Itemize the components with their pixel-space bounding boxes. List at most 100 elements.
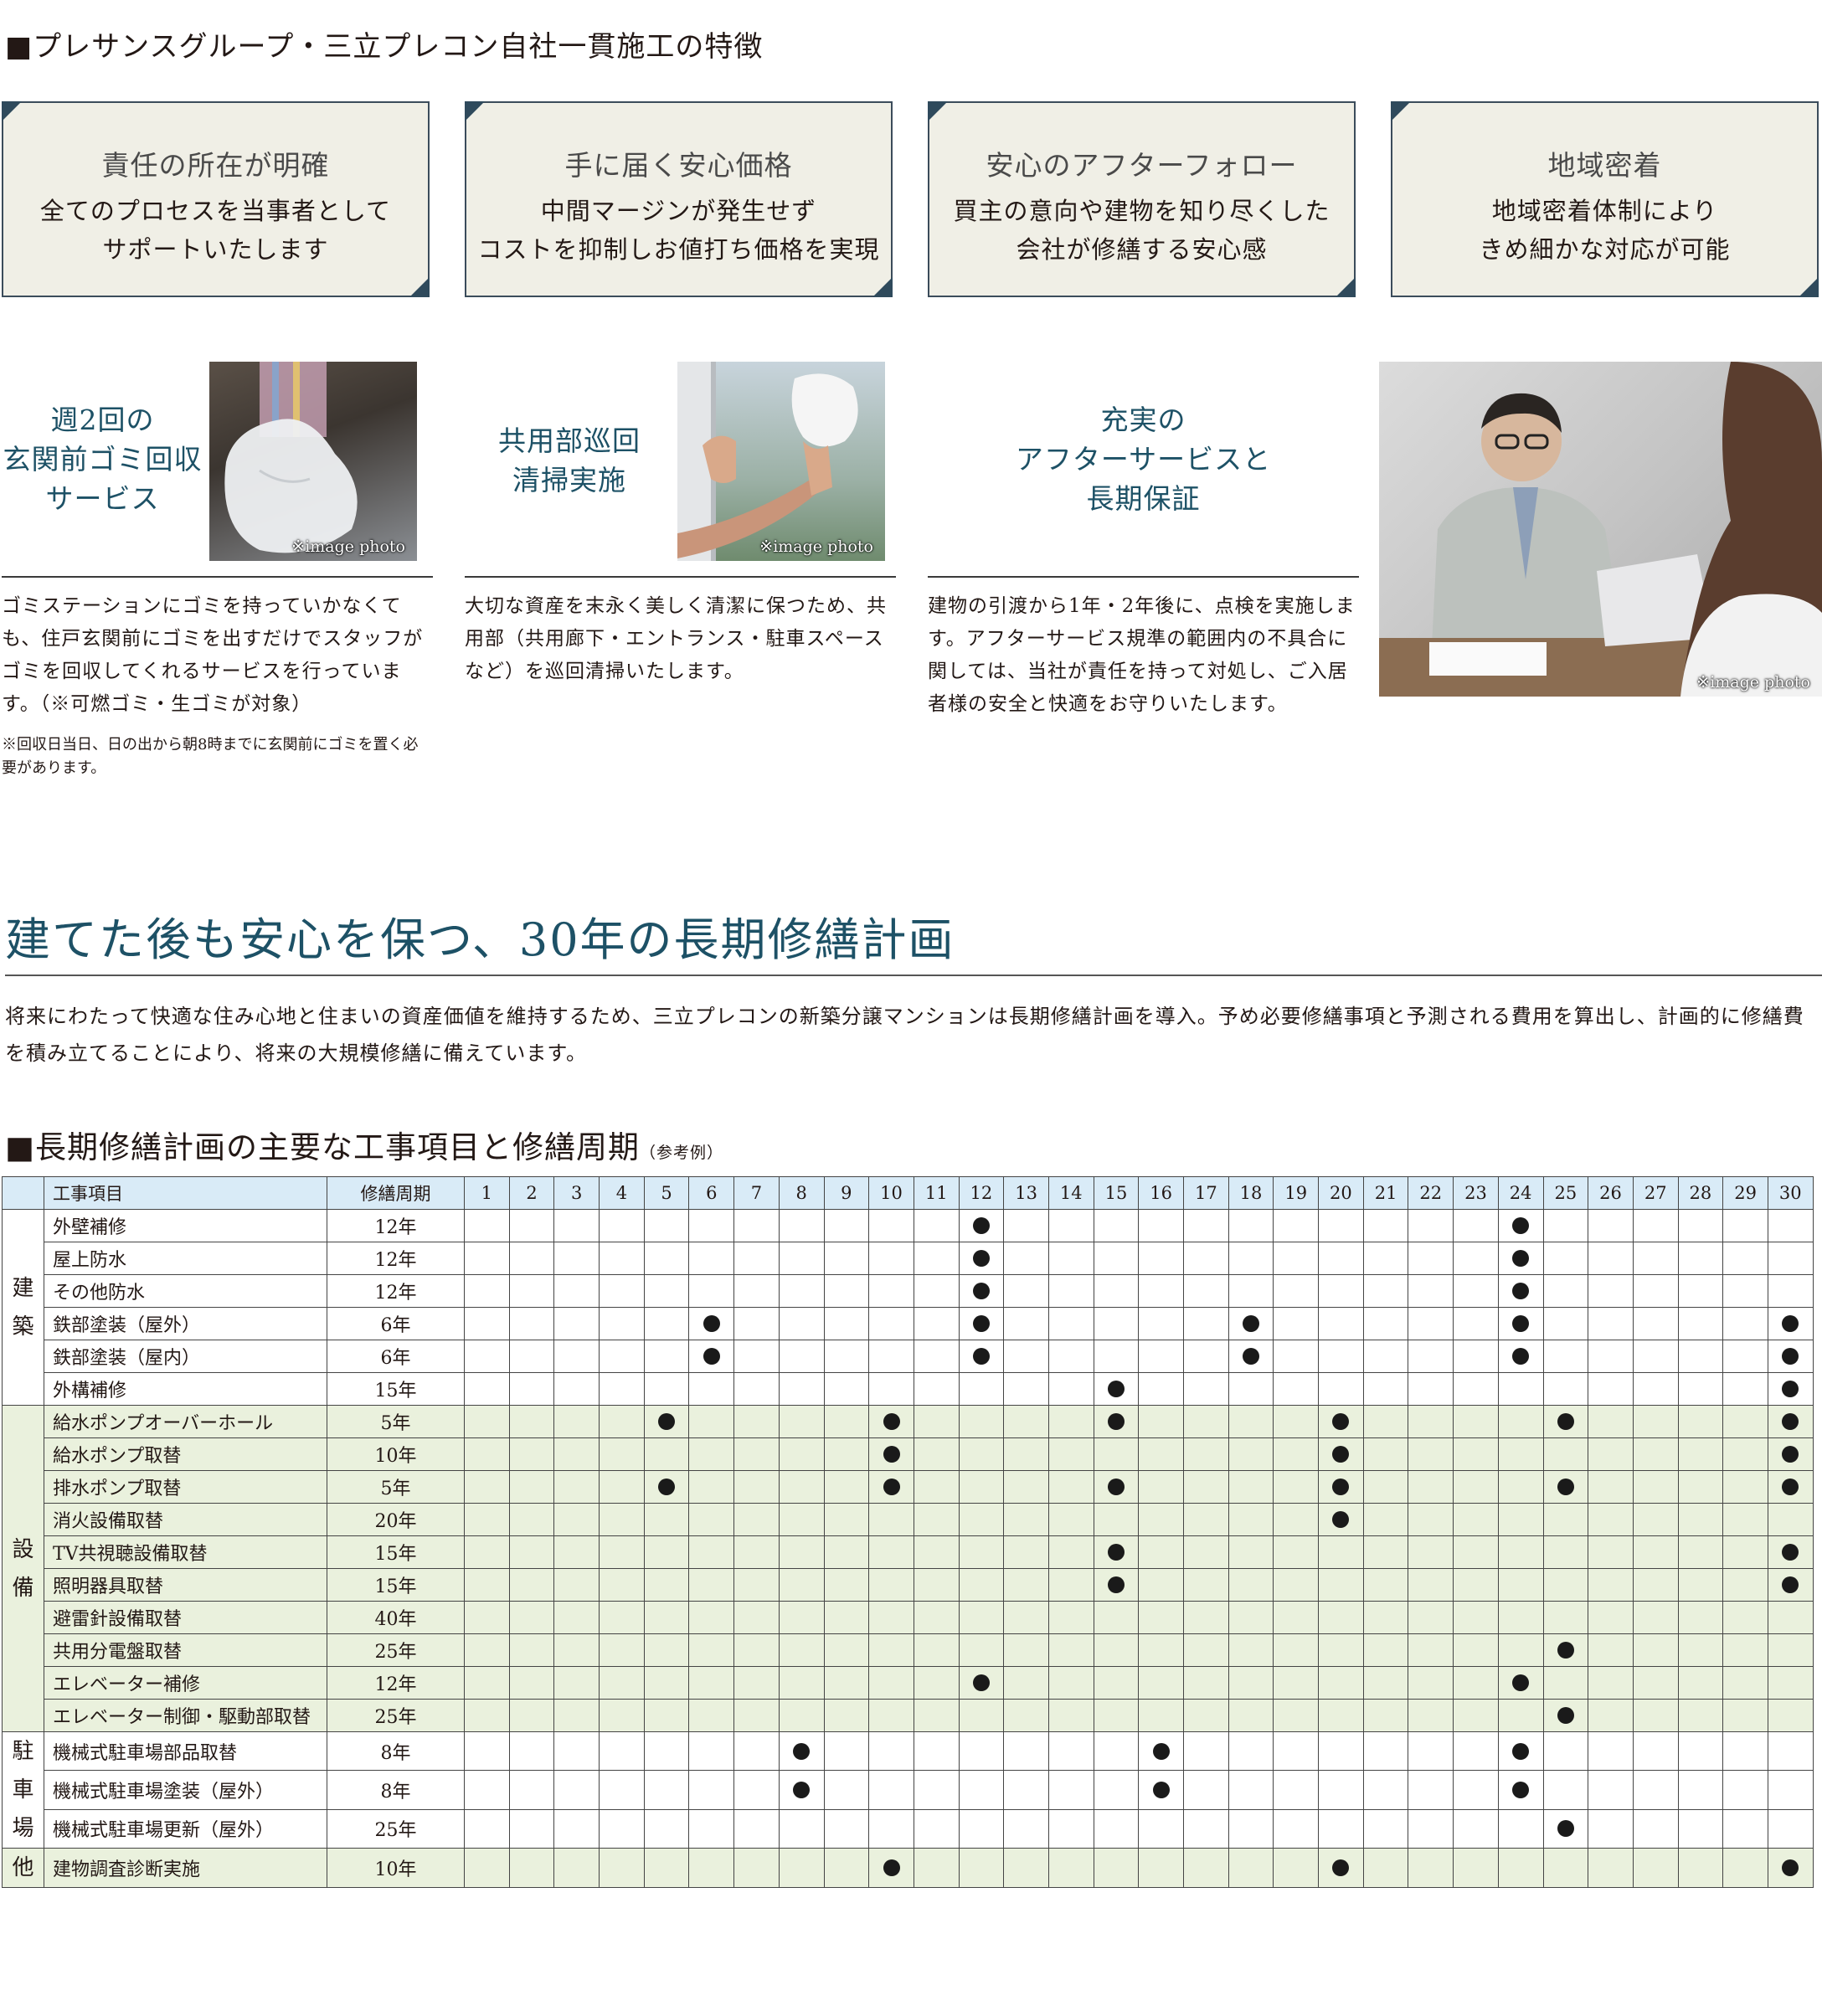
work-item: 屋上防水 [44,1242,327,1275]
work-item: その他防水 [44,1274,327,1308]
category-label: 設備 [2,1405,44,1732]
year-cell [464,1731,510,1772]
year-cell [1497,1699,1544,1732]
year-cell [599,1666,645,1700]
year-cell [1047,1405,1094,1438]
year-cell [1542,1808,1589,1849]
table-row: その他防水 12年 [3,1274,1814,1308]
year-cell [688,1470,735,1504]
year-cell [1722,1666,1768,1700]
scheduled-marker [1557,1820,1574,1838]
year-cell [1408,1372,1454,1406]
year-cell [1542,1274,1589,1308]
year-cell [688,1808,735,1849]
year-cell [1093,1242,1140,1275]
year-cell [1003,1372,1049,1406]
year-cell [643,1242,690,1275]
year-cell [823,1274,870,1308]
year-cell [1722,1274,1768,1308]
work-item: 機械式駐車場更新（屋外） [44,1808,327,1849]
year-cell [688,1770,735,1810]
year-cell [823,1770,870,1810]
scheduled-marker [1332,1859,1350,1876]
year-header: 25 [1542,1176,1589,1210]
repair-cycle: 12年 [327,1666,465,1700]
year-cell [643,1568,690,1602]
repair-cycle: 5年 [327,1405,465,1438]
year-cell [1318,1503,1364,1536]
year-cell [1273,1633,1320,1667]
work-item: 共用分電盤取替 [44,1633,327,1667]
year-cell [823,1307,870,1340]
year-cell [1497,1666,1544,1700]
year-cell [643,1808,690,1849]
year-cell [1362,1601,1409,1634]
year-cell [688,1437,735,1471]
year-cell [1767,1601,1814,1634]
year-cell [1228,1503,1274,1536]
year-cell [1138,1242,1184,1275]
year-cell [1453,1340,1499,1373]
table-row: 外構補修 15年 [3,1372,1814,1406]
year-cell [733,1340,780,1373]
category-char: 他 [12,1855,34,1880]
year-cell [1497,1848,1544,1888]
year-cell [1273,1340,1320,1373]
table-body: 建築外壁補修 12年 屋上防水 12年 その他防水 12年 鉄部塗装（屋外） 6年 鉄部塗装（屋… [2,1209,1814,1888]
year-cell [1093,1340,1140,1373]
year-cell [913,1808,960,1849]
consultation-illustration [1379,362,1822,697]
year-cell [1003,1470,1049,1504]
year-cell [1093,1731,1140,1772]
year-cell [868,1848,914,1888]
year-cell [643,1535,690,1569]
year-cell [553,1848,600,1888]
year-cell [1722,1437,1768,1471]
year-cell [1183,1770,1229,1810]
year-cell [913,1372,960,1406]
year-cell [1228,1633,1274,1667]
scheduled-marker [972,1283,990,1299]
year-cell [599,1372,645,1406]
work-item: エレベーター制御・駆動部取替 [44,1699,327,1732]
year-cell [823,1405,870,1438]
table-row: 機械式駐車場更新（屋外） 25年 [3,1808,1814,1849]
service-title-line: 週2回の [50,404,155,436]
category-char: 設 [12,1536,34,1562]
year-cell [1542,1503,1589,1536]
year-cell [733,1372,780,1406]
year-cell [1228,1274,1274,1308]
year-cell [1453,1808,1499,1849]
year-cell [913,1503,960,1536]
year-cell [1047,1633,1094,1667]
year-cell [823,1633,870,1667]
year-cell [1453,1731,1499,1772]
scheduled-marker [1782,1381,1799,1397]
year-cell [688,1535,735,1569]
table-row: 機械式駐車場塗装（屋外） 8年 [3,1770,1814,1810]
year-cell [1228,1731,1274,1772]
year-cell [508,1274,555,1308]
year-cell [1003,1731,1049,1772]
year-cell [599,1340,645,1373]
year-cell [599,1808,645,1849]
year-cell [1138,1699,1184,1732]
year-cell [1767,1731,1814,1772]
year-cell [1453,1503,1499,1536]
year-cell [1542,1340,1589,1373]
year-cell [1047,1770,1094,1810]
year-cell [1588,1372,1634,1406]
year-cell [913,1274,960,1308]
year-cell [688,1340,735,1373]
year-cell [1497,1372,1544,1406]
year-cell [1093,1633,1140,1667]
year-cell [1767,1405,1814,1438]
year-cell [553,1770,600,1810]
year-cell [958,1568,1005,1602]
year-cell [913,1535,960,1569]
year-header: 1 [464,1176,510,1210]
year-cell [1183,1699,1229,1732]
year-cell [553,1699,600,1732]
year-cell [1632,1340,1679,1373]
service-title-line: 長期保証 [1086,482,1201,515]
